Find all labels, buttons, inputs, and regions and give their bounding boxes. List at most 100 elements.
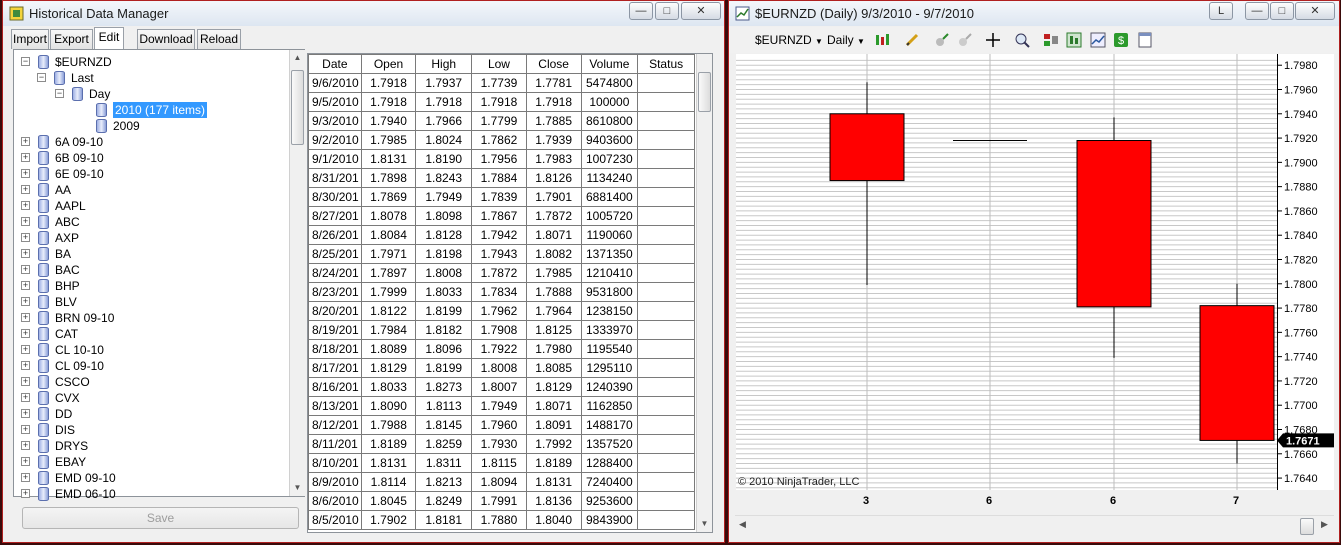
expand-icon[interactable]: +: [21, 153, 30, 162]
table-cell[interactable]: [637, 415, 695, 435]
table-cell[interactable]: 7240400: [580, 472, 639, 492]
table-cell[interactable]: 1.8131: [525, 472, 582, 492]
table-cell[interactable]: 1.8131: [360, 453, 417, 473]
table-cell[interactable]: 8/25/201: [308, 244, 362, 264]
table-cell[interactable]: 8/16/201: [308, 377, 362, 397]
scroll-down-icon[interactable]: ▼: [290, 480, 305, 496]
table-cell[interactable]: [637, 510, 695, 530]
table-cell[interactable]: 1.7964: [525, 301, 582, 321]
expand-icon[interactable]: +: [21, 345, 30, 354]
table-row[interactable]: 8/13/201 1.8090 1.8113 1.7949 1.8071 1162850: [308, 396, 695, 416]
table-cell[interactable]: 9253600: [580, 491, 639, 511]
table-cell[interactable]: 9/2/2010: [308, 130, 362, 150]
table-cell[interactable]: 8/5/2010: [308, 510, 362, 530]
table-cell[interactable]: 9843900: [580, 510, 639, 530]
table-cell[interactable]: 8/12/201: [308, 415, 362, 435]
table-cell[interactable]: 8/27/201: [308, 206, 362, 226]
expand-icon[interactable]: +: [21, 169, 30, 178]
table-cell[interactable]: 8/19/201: [308, 320, 362, 340]
table-cell[interactable]: 1371350: [580, 244, 639, 264]
table-cell[interactable]: 1.7966: [415, 111, 473, 131]
table-cell[interactable]: [637, 73, 695, 93]
table-cell[interactable]: 1.7872: [525, 206, 582, 226]
tree-scroll-thumb[interactable]: [291, 70, 304, 145]
table-cell[interactable]: 1.8090: [360, 396, 417, 416]
table-cell[interactable]: 1.7888: [525, 282, 582, 302]
table-cell[interactable]: [637, 320, 695, 340]
table-cell[interactable]: 1.8190: [415, 149, 473, 169]
table-cell[interactable]: 1.7991: [471, 491, 527, 511]
table-cell[interactable]: 1.8249: [415, 491, 473, 511]
table-cell[interactable]: 1.7960: [471, 415, 527, 435]
table-cell[interactable]: 1.8199: [415, 301, 473, 321]
expand-icon[interactable]: +: [21, 313, 30, 322]
strategies-icon[interactable]: [1066, 32, 1082, 48]
table-cell[interactable]: 9403600: [580, 130, 639, 150]
table-row[interactable]: 8/6/2010 1.8045 1.8249 1.7991 1.8136 9253600: [308, 491, 695, 511]
table-cell[interactable]: 9/5/2010: [308, 92, 362, 112]
table-row[interactable]: 8/10/201 1.8131 1.8311 1.8115 1.8189 1288400: [308, 453, 695, 473]
column-header[interactable]: High: [415, 54, 473, 74]
table-cell[interactable]: 1.7902: [360, 510, 417, 530]
data-box-icon[interactable]: [1137, 32, 1153, 48]
expand-icon[interactable]: +: [21, 233, 30, 242]
expand-icon[interactable]: +: [21, 441, 30, 450]
table-cell[interactable]: 1.7999: [360, 282, 417, 302]
table-cell[interactable]: 1.8096: [415, 339, 473, 359]
table-cell[interactable]: [637, 130, 695, 150]
table-cell[interactable]: 1.7781: [525, 73, 582, 93]
table-cell[interactable]: [637, 168, 695, 188]
table-cell[interactable]: 9/3/2010: [308, 111, 362, 131]
column-header[interactable]: Close: [525, 54, 582, 74]
table-cell[interactable]: 1357520: [580, 434, 639, 454]
table-row[interactable]: 8/16/201 1.8033 1.8273 1.8007 1.8129 1240390: [308, 377, 695, 397]
chart-hscrollbar[interactable]: ◀ ▶: [735, 515, 1334, 537]
table-cell[interactable]: 1.7918: [471, 92, 527, 112]
table-cell[interactable]: 1.8128: [415, 225, 473, 245]
collapse-icon[interactable]: −: [37, 73, 46, 82]
table-cell[interactable]: 8/30/201: [308, 187, 362, 207]
table-cell[interactable]: 1240390: [580, 377, 639, 397]
table-row[interactable]: 8/27/201 1.8078 1.8098 1.7867 1.7872 1005720: [308, 206, 695, 226]
table-cell[interactable]: [637, 282, 695, 302]
scroll-left-icon[interactable]: ◀: [739, 519, 746, 530]
table-cell[interactable]: [637, 263, 695, 283]
table-cell[interactable]: 1333970: [580, 320, 639, 340]
expand-icon[interactable]: +: [21, 281, 30, 290]
table-row[interactable]: 9/2/2010 1.7985 1.8024 1.7862 1.7939 9403600: [308, 130, 695, 150]
table-cell[interactable]: 1162850: [580, 396, 639, 416]
table-cell[interactable]: 1.7872: [471, 263, 527, 283]
column-header[interactable]: Date: [308, 54, 362, 74]
table-cell[interactable]: 1.7939: [525, 130, 582, 150]
table-cell[interactable]: 1.8243: [415, 168, 473, 188]
table-cell[interactable]: 1295110: [580, 358, 639, 378]
table-cell[interactable]: [637, 453, 695, 473]
table-cell[interactable]: 1.8098: [415, 206, 473, 226]
table-cell[interactable]: 1.8040: [525, 510, 582, 530]
expand-icon[interactable]: +: [21, 217, 30, 226]
tab-edit[interactable]: Edit: [94, 27, 124, 49]
table-cell[interactable]: 1.7942: [471, 225, 527, 245]
table-cell[interactable]: 1.8115: [471, 453, 527, 473]
table-cell[interactable]: 1.7880: [471, 510, 527, 530]
table-cell[interactable]: 8/23/201: [308, 282, 362, 302]
chart-close-icon[interactable]: ✕: [1295, 2, 1335, 20]
table-cell[interactable]: [637, 339, 695, 359]
table-cell[interactable]: [637, 92, 695, 112]
expand-icon[interactable]: +: [21, 473, 30, 482]
dollar-icon[interactable]: $: [1113, 32, 1129, 48]
table-row[interactable]: 8/26/201 1.8084 1.8128 1.7942 1.8071 1190060: [308, 225, 695, 245]
table-cell[interactable]: 1.8273: [415, 377, 473, 397]
table-cell[interactable]: 1.7980: [525, 339, 582, 359]
table-cell[interactable]: 1210410: [580, 263, 639, 283]
table-cell[interactable]: 1.8125: [525, 320, 582, 340]
table-cell[interactable]: 1.8078: [360, 206, 417, 226]
table-cell[interactable]: 1.7884: [471, 168, 527, 188]
table-cell[interactable]: 8/24/201: [308, 263, 362, 283]
table-cell[interactable]: 1.7918: [525, 92, 582, 112]
table-cell[interactable]: 1.7839: [471, 187, 527, 207]
table-cell[interactable]: 1.7834: [471, 282, 527, 302]
instrument-selector[interactable]: $EURNZD ▼: [755, 33, 823, 47]
table-cell[interactable]: 1.8113: [415, 396, 473, 416]
table-cell[interactable]: 1.8131: [360, 149, 417, 169]
